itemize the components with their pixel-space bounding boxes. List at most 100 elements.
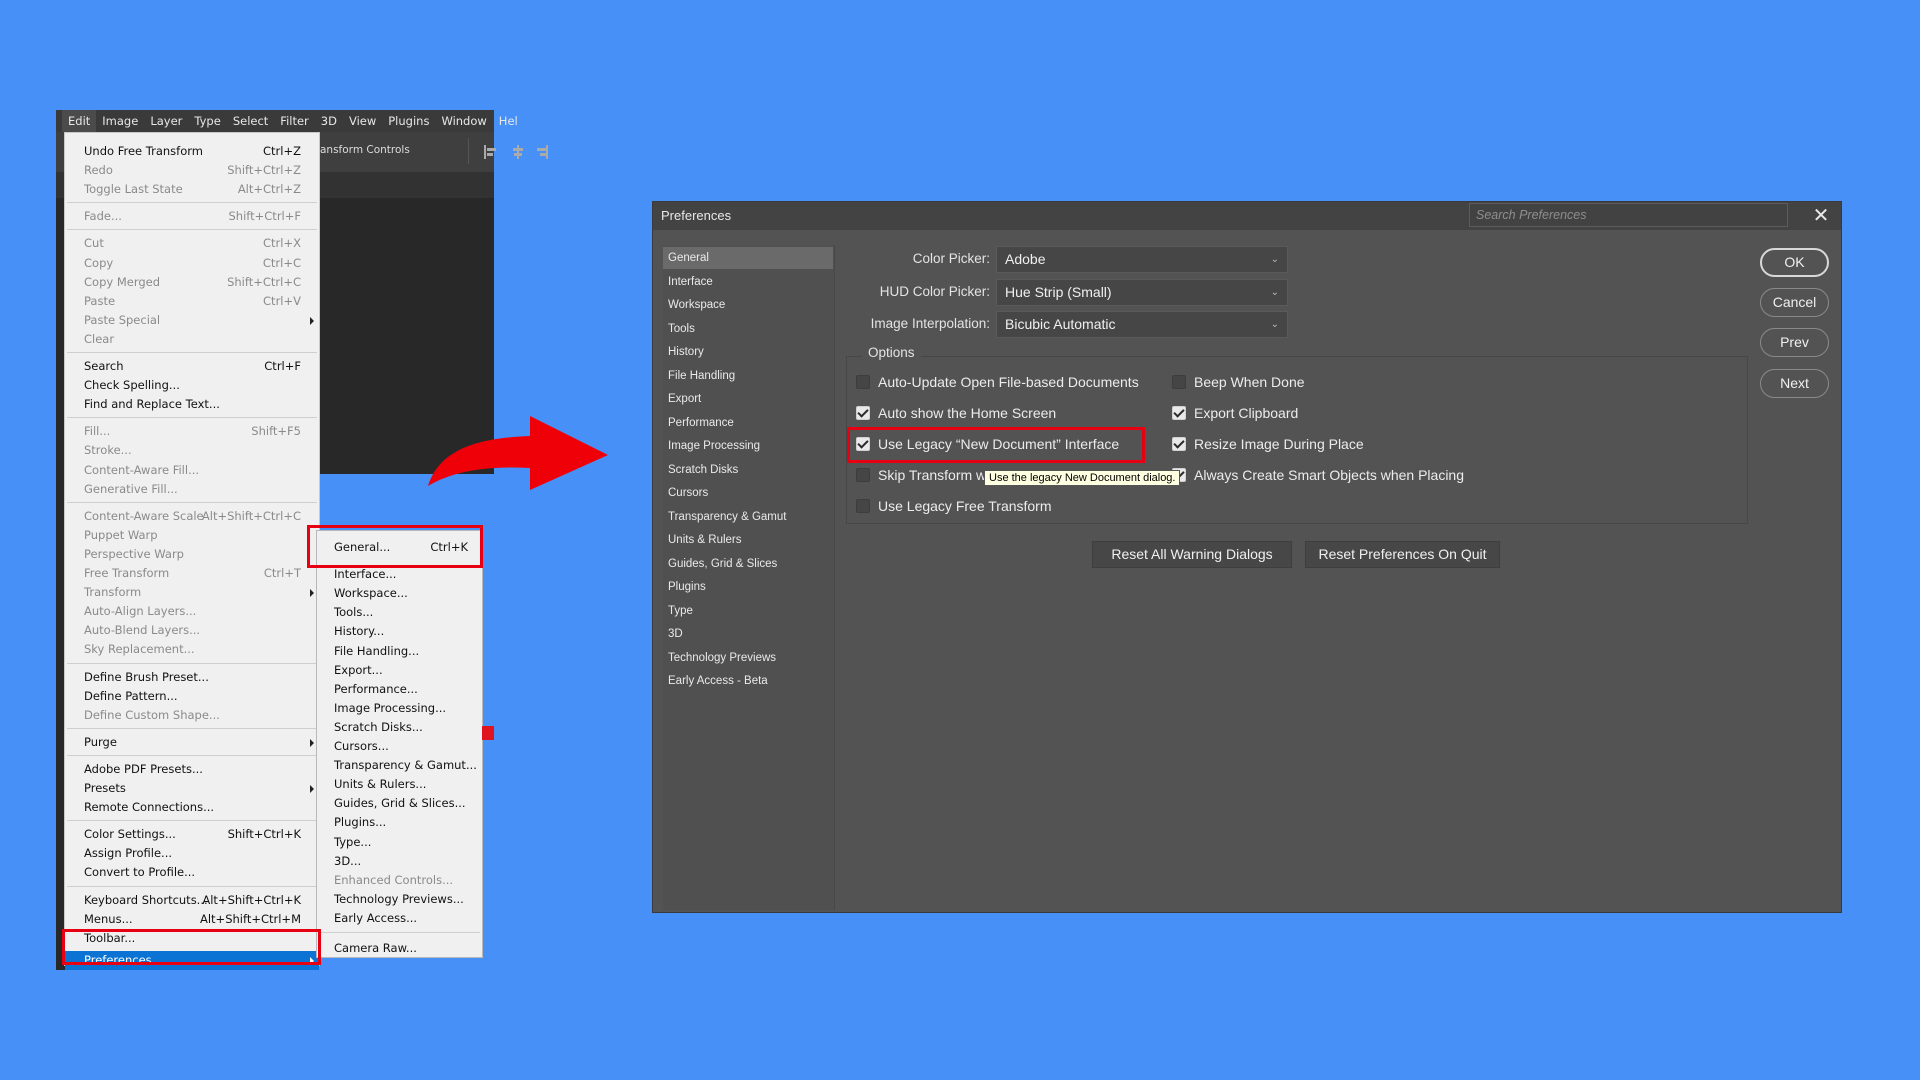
image-interpolation-select[interactable]: Bicubic Automatic ⌄ xyxy=(996,311,1288,338)
align-right-icon[interactable] xyxy=(536,145,548,159)
menu-item-perspective-warp[interactable]: Perspective Warp xyxy=(65,545,319,564)
color-picker-select[interactable]: Adobe ⌄ xyxy=(996,246,1288,273)
align-left-icon[interactable] xyxy=(484,145,498,159)
menu-item-puppet-warp[interactable]: Puppet Warp xyxy=(65,526,319,545)
menu-item-paste[interactable]: Paste Ctrl+V xyxy=(65,292,319,311)
menu-item-toggle-last-state[interactable]: Toggle Last State Alt+Ctrl+Z xyxy=(65,180,319,199)
menu-item-clear[interactable]: Clear xyxy=(65,330,319,349)
menubar-item-filter[interactable]: Filter xyxy=(274,110,314,132)
submenu-item-guides-grid-slices[interactable]: Guides, Grid & Slices... xyxy=(317,794,482,813)
submenu-item-export[interactable]: Export... xyxy=(317,661,482,680)
sidebar-item-plugins[interactable]: Plugins xyxy=(663,576,833,598)
close-icon[interactable]: ✕ xyxy=(1808,204,1834,226)
submenu-item-3d[interactable]: 3D... xyxy=(317,852,482,871)
menu-item-fade[interactable]: Fade... Shift+Ctrl+F xyxy=(65,207,319,226)
menu-item-color-settings[interactable]: Color Settings... Shift+Ctrl+K xyxy=(65,825,319,844)
align-center-icon[interactable] xyxy=(511,145,525,159)
cancel-button[interactable]: Cancel xyxy=(1760,288,1829,317)
menubar-item-type[interactable]: Type xyxy=(188,110,226,132)
sidebar-item-transparency-gamut[interactable]: Transparency & Gamut xyxy=(663,506,833,528)
menu-item-presets[interactable]: Presets xyxy=(65,779,319,798)
checkbox[interactable] xyxy=(856,499,870,513)
submenu-item-history[interactable]: History... xyxy=(317,622,482,641)
submenu-item-camera-raw[interactable]: Camera Raw... xyxy=(317,939,482,958)
menu-item-keyboard-shortcuts[interactable]: Keyboard Shortcuts... Alt+Shift+Ctrl+K xyxy=(65,891,319,910)
menu-item-redo[interactable]: Redo Shift+Ctrl+Z xyxy=(65,161,319,180)
sidebar-item-file-handling[interactable]: File Handling xyxy=(663,365,833,387)
submenu-item-file-handling[interactable]: File Handling... xyxy=(317,642,482,661)
checkbox[interactable] xyxy=(1172,406,1186,420)
menubar-item-image[interactable]: Image xyxy=(96,110,144,132)
checkbox[interactable] xyxy=(856,406,870,420)
hud-color-picker-select[interactable]: Hue Strip (Small) ⌄ xyxy=(996,279,1288,306)
sidebar-item-export[interactable]: Export xyxy=(663,388,833,410)
sidebar-item-early-access-beta[interactable]: Early Access - Beta xyxy=(663,670,833,692)
sidebar-item-type[interactable]: Type xyxy=(663,600,833,622)
menubar-item-window[interactable]: Window xyxy=(435,110,492,132)
checkbox[interactable] xyxy=(1172,437,1186,451)
menu-item-sky-replacement[interactable]: Sky Replacement... xyxy=(65,640,319,659)
checkbox[interactable] xyxy=(856,468,870,482)
menu-item-fill[interactable]: Fill... Shift+F5 xyxy=(65,422,319,441)
checkbox[interactable] xyxy=(1172,375,1186,389)
sidebar-item-3d[interactable]: 3D xyxy=(663,623,833,645)
menu-item-convert-to-profile[interactable]: Convert to Profile... xyxy=(65,863,319,882)
menu-item-undo-free-transform[interactable]: Undo Free Transform Ctrl+Z xyxy=(65,142,319,161)
submenu-item-image-processing[interactable]: Image Processing... xyxy=(317,699,482,718)
reset-warning-dialogs-button[interactable]: Reset All Warning Dialogs xyxy=(1092,541,1292,568)
checkbox[interactable] xyxy=(856,375,870,389)
menu-item-define-pattern[interactable]: Define Pattern... xyxy=(65,687,319,706)
menu-item-remote-connections[interactable]: Remote Connections... xyxy=(65,798,319,817)
menubar-item-hel[interactable]: Hel xyxy=(493,110,524,132)
sidebar-item-guides-grid-slices[interactable]: Guides, Grid & Slices xyxy=(663,553,833,575)
submenu-item-workspace[interactable]: Workspace... xyxy=(317,584,482,603)
ok-button[interactable]: OK xyxy=(1760,248,1829,277)
sidebar-item-technology-previews[interactable]: Technology Previews xyxy=(663,647,833,669)
menu-item-assign-profile[interactable]: Assign Profile... xyxy=(65,844,319,863)
menu-item-cut[interactable]: Cut Ctrl+X xyxy=(65,234,319,253)
submenu-item-units-rulers[interactable]: Units & Rulers... xyxy=(317,775,482,794)
search-preferences-input[interactable] xyxy=(1469,203,1788,227)
sidebar-item-image-processing[interactable]: Image Processing xyxy=(663,435,833,457)
menubar-item-layer[interactable]: Layer xyxy=(144,110,188,132)
menubar-item-plugins[interactable]: Plugins xyxy=(382,110,435,132)
menu-item-find-and-replace-text[interactable]: Find and Replace Text... xyxy=(65,395,319,414)
menu-item-generative-fill[interactable]: Generative Fill... xyxy=(65,480,319,499)
menu-item-adobe-pdf-presets[interactable]: Adobe PDF Presets... xyxy=(65,760,319,779)
submenu-item-enhanced-controls[interactable]: Enhanced Controls... xyxy=(317,871,482,890)
sidebar-item-units-rulers[interactable]: Units & Rulers xyxy=(663,529,833,551)
submenu-item-early-access[interactable]: Early Access... xyxy=(317,909,482,928)
menu-item-define-brush-preset[interactable]: Define Brush Preset... xyxy=(65,668,319,687)
submenu-item-cursors[interactable]: Cursors... xyxy=(317,737,482,756)
sidebar-item-tools[interactable]: Tools xyxy=(663,318,833,340)
menu-item-transform[interactable]: Transform xyxy=(65,583,319,602)
menubar-item-view[interactable]: View xyxy=(343,110,382,132)
next-button[interactable]: Next xyxy=(1760,369,1829,398)
menu-item-stroke[interactable]: Stroke... xyxy=(65,441,319,460)
menu-item-menus[interactable]: Menus... Alt+Shift+Ctrl+M xyxy=(65,910,319,929)
submenu-item-transparency-gamut[interactable]: Transparency & Gamut... xyxy=(317,756,482,775)
menu-item-content-aware-fill[interactable]: Content-Aware Fill... xyxy=(65,461,319,480)
menu-item-copy-merged[interactable]: Copy Merged Shift+Ctrl+C xyxy=(65,273,319,292)
submenu-item-technology-previews[interactable]: Technology Previews... xyxy=(317,890,482,909)
menu-item-free-transform[interactable]: Free Transform Ctrl+T xyxy=(65,564,319,583)
menu-item-search[interactable]: Search Ctrl+F xyxy=(65,357,319,376)
sidebar-item-scratch-disks[interactable]: Scratch Disks xyxy=(663,459,833,481)
menubar-item-select[interactable]: Select xyxy=(227,110,274,132)
menu-item-purge[interactable]: Purge xyxy=(65,733,319,752)
sidebar-item-performance[interactable]: Performance xyxy=(663,412,833,434)
submenu-item-plugins[interactable]: Plugins... xyxy=(317,813,482,832)
menu-item-paste-special[interactable]: Paste Special xyxy=(65,311,319,330)
sidebar-item-interface[interactable]: Interface xyxy=(663,271,833,293)
menubar-item-3d[interactable]: 3D xyxy=(315,110,343,132)
submenu-item-performance[interactable]: Performance... xyxy=(317,680,482,699)
menu-item-copy[interactable]: Copy Ctrl+C xyxy=(65,254,319,273)
submenu-item-type[interactable]: Type... xyxy=(317,833,482,852)
menu-item-define-custom-shape[interactable]: Define Custom Shape... xyxy=(65,706,319,725)
prev-button[interactable]: Prev xyxy=(1760,328,1829,357)
sidebar-item-workspace[interactable]: Workspace xyxy=(663,294,833,316)
submenu-item-tools[interactable]: Tools... xyxy=(317,603,482,622)
search-input[interactable] xyxy=(1470,204,1787,226)
sidebar-item-cursors[interactable]: Cursors xyxy=(663,482,833,504)
reset-preferences-button[interactable]: Reset Preferences On Quit xyxy=(1305,541,1500,568)
